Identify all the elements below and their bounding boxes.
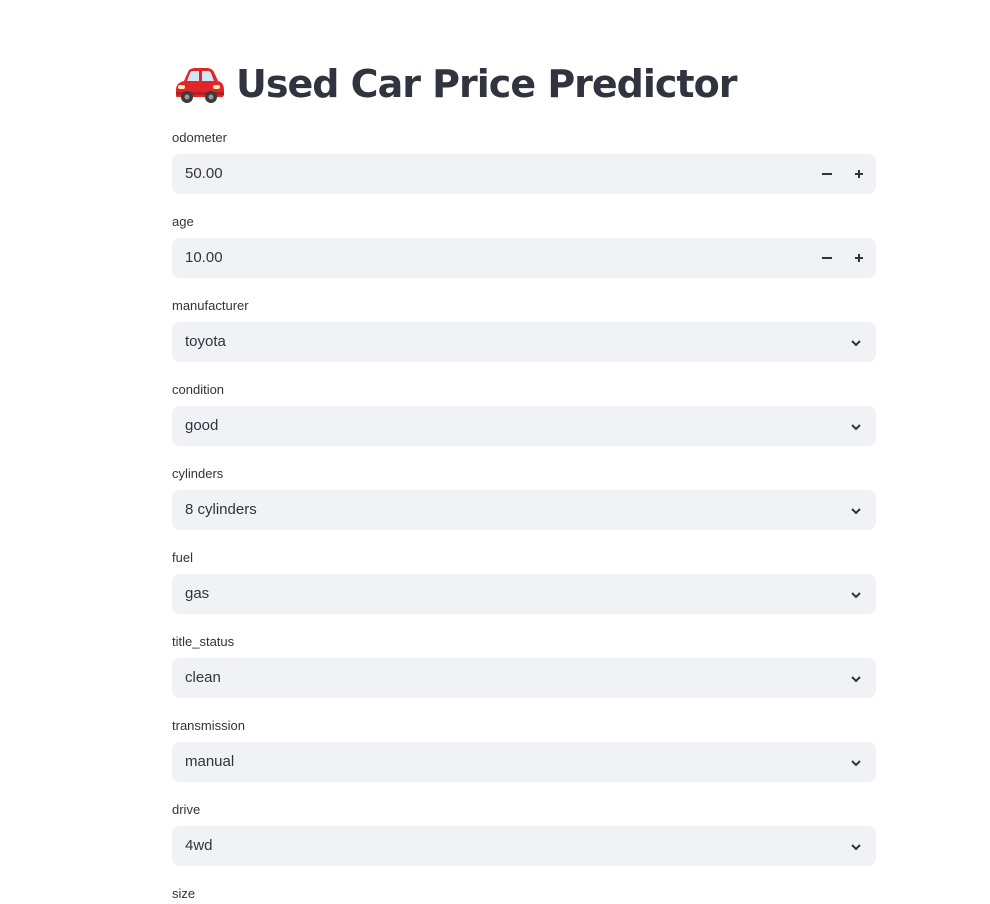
condition-select[interactable]: good <box>172 406 876 446</box>
drive-select[interactable]: 4wd <box>172 826 876 866</box>
condition-selected-value: good <box>185 417 219 434</box>
age-increment-button[interactable] <box>847 246 871 270</box>
plus-icon <box>855 170 863 178</box>
odometer-increment-button[interactable] <box>847 162 871 186</box>
age-number-input[interactable]: 10.00 <box>172 238 876 278</box>
odometer-decrement-button[interactable] <box>815 162 839 186</box>
red-car-icon <box>172 64 226 104</box>
chevron-down-icon[interactable] <box>850 420 862 432</box>
size-label: size <box>172 886 196 901</box>
odometer-number-input[interactable]: 50.00 <box>172 154 876 194</box>
chevron-down-icon[interactable] <box>850 672 862 684</box>
age-decrement-button[interactable] <box>815 246 839 270</box>
manufacturer-select[interactable]: toyota <box>172 322 876 362</box>
manufacturer-label: manufacturer <box>172 298 249 313</box>
title-status-selected-value: clean <box>185 669 221 686</box>
minus-icon <box>822 173 832 175</box>
age-label: age <box>172 214 194 229</box>
transmission-selected-value: manual <box>185 753 235 770</box>
title-status-label: title_status <box>172 634 235 649</box>
fuel-label: fuel <box>172 550 193 565</box>
minus-icon <box>822 257 832 259</box>
page-title: Used Car Price Predictor <box>172 60 737 108</box>
cylinders-label: cylinders <box>172 466 224 481</box>
chevron-down-icon[interactable] <box>850 336 862 348</box>
chevron-down-icon[interactable] <box>850 840 862 852</box>
plus-icon <box>855 254 863 262</box>
odometer-label: odometer <box>172 130 227 145</box>
drive-selected-value: 4wd <box>185 837 213 854</box>
fuel-select[interactable]: gas <box>172 574 876 614</box>
chevron-down-icon[interactable] <box>850 588 862 600</box>
cylinders-select[interactable]: 8 cylinders <box>172 490 876 530</box>
title-status-select[interactable]: clean <box>172 658 876 698</box>
drive-label: drive <box>172 802 201 817</box>
odometer-value[interactable]: 50.00 <box>185 154 223 194</box>
condition-label: condition <box>172 382 225 397</box>
app: Used Car Price Predictor odometer 50.00 … <box>0 0 990 904</box>
chevron-down-icon[interactable] <box>850 756 862 768</box>
transmission-select[interactable]: manual <box>172 742 876 782</box>
chevron-down-icon[interactable] <box>850 504 862 516</box>
fuel-selected-value: gas <box>185 585 210 602</box>
cylinders-selected-value: 8 cylinders <box>185 501 257 518</box>
manufacturer-selected-value: toyota <box>185 333 226 350</box>
transmission-label: transmission <box>172 718 245 733</box>
age-value[interactable]: 10.00 <box>185 238 223 278</box>
page-title-text: Used Car Price Predictor <box>236 62 737 106</box>
